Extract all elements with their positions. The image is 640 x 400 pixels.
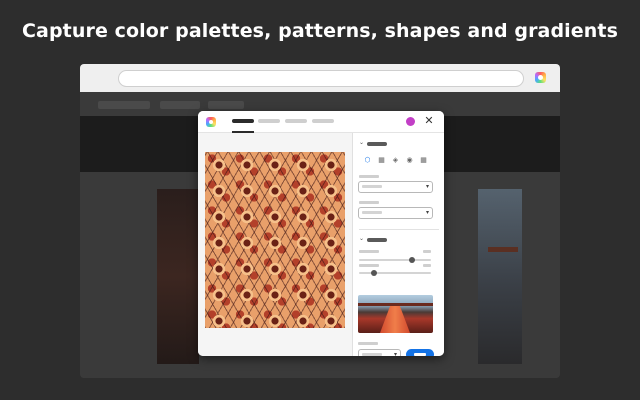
hexagon-pattern-icon[interactable]: ⬡: [364, 157, 371, 164]
capture-dialog: ✕ ⌄ ⬡ ▦ ◈ ◉ ▦ ▾ ▾ ⌄ ▾: [198, 111, 444, 356]
extension-icon[interactable]: [535, 72, 546, 83]
background-photo: [478, 189, 522, 364]
diamond-pattern-icon[interactable]: ◈: [392, 157, 399, 164]
select-value: [362, 185, 382, 188]
chevron-down-icon: ▾: [425, 209, 429, 216]
chevron-down-icon: ▾: [393, 351, 397, 356]
field-label: [359, 201, 379, 204]
angle-slider[interactable]: [359, 272, 431, 274]
nav-placeholder: [160, 101, 200, 109]
rainbow-ring-icon: [206, 117, 216, 127]
select-value: [362, 211, 382, 214]
slider-handle[interactable]: [371, 270, 377, 276]
nav-placeholder: [98, 101, 150, 109]
chevron-down-icon[interactable]: ⌄: [359, 140, 364, 146]
save-button[interactable]: [406, 349, 434, 356]
chevron-down-icon: ▾: [425, 183, 429, 190]
field-label: [359, 175, 379, 178]
style-select[interactable]: ▾: [358, 181, 433, 193]
nav-placeholder: [208, 101, 244, 109]
select-value: [362, 353, 382, 356]
page-headline: Capture color palettes, patterns, shapes…: [22, 20, 618, 42]
slider-handle[interactable]: [409, 257, 415, 263]
avatar[interactable]: [406, 117, 415, 126]
browser-toolbar: [80, 64, 560, 92]
tab-colors[interactable]: [258, 119, 280, 123]
slider-value: [423, 250, 431, 253]
slider-value: [423, 264, 431, 267]
circle-pattern-icon[interactable]: ◉: [406, 157, 413, 164]
size-slider[interactable]: [359, 259, 431, 261]
section-title: [367, 142, 387, 146]
tab-patterns[interactable]: [232, 119, 254, 123]
address-bar[interactable]: [118, 70, 524, 87]
close-icon[interactable]: ✕: [423, 114, 435, 128]
dialog-header: ✕: [198, 111, 444, 133]
divider: [359, 229, 439, 230]
section-title: [367, 238, 387, 242]
layout-select[interactable]: ▾: [358, 207, 433, 219]
tab-gradients[interactable]: [312, 119, 334, 123]
background-photo: [157, 189, 199, 364]
field-label: [358, 342, 378, 345]
pattern-preview: [205, 152, 345, 328]
library-select[interactable]: ▾: [358, 349, 401, 356]
source-image-thumbnail[interactable]: [358, 295, 433, 333]
grid-pattern-icon[interactable]: ▦: [420, 157, 427, 164]
settings-panel: ⌄ ⬡ ▦ ◈ ◉ ▦ ▾ ▾ ⌄ ▾: [353, 133, 444, 356]
chevron-down-icon[interactable]: ⌄: [359, 236, 364, 242]
slider-label: [359, 264, 379, 267]
tab-shapes[interactable]: [285, 119, 307, 123]
slider-label: [359, 250, 379, 253]
pattern-preview-area: [198, 133, 353, 356]
square-pattern-icon[interactable]: ▦: [378, 157, 385, 164]
